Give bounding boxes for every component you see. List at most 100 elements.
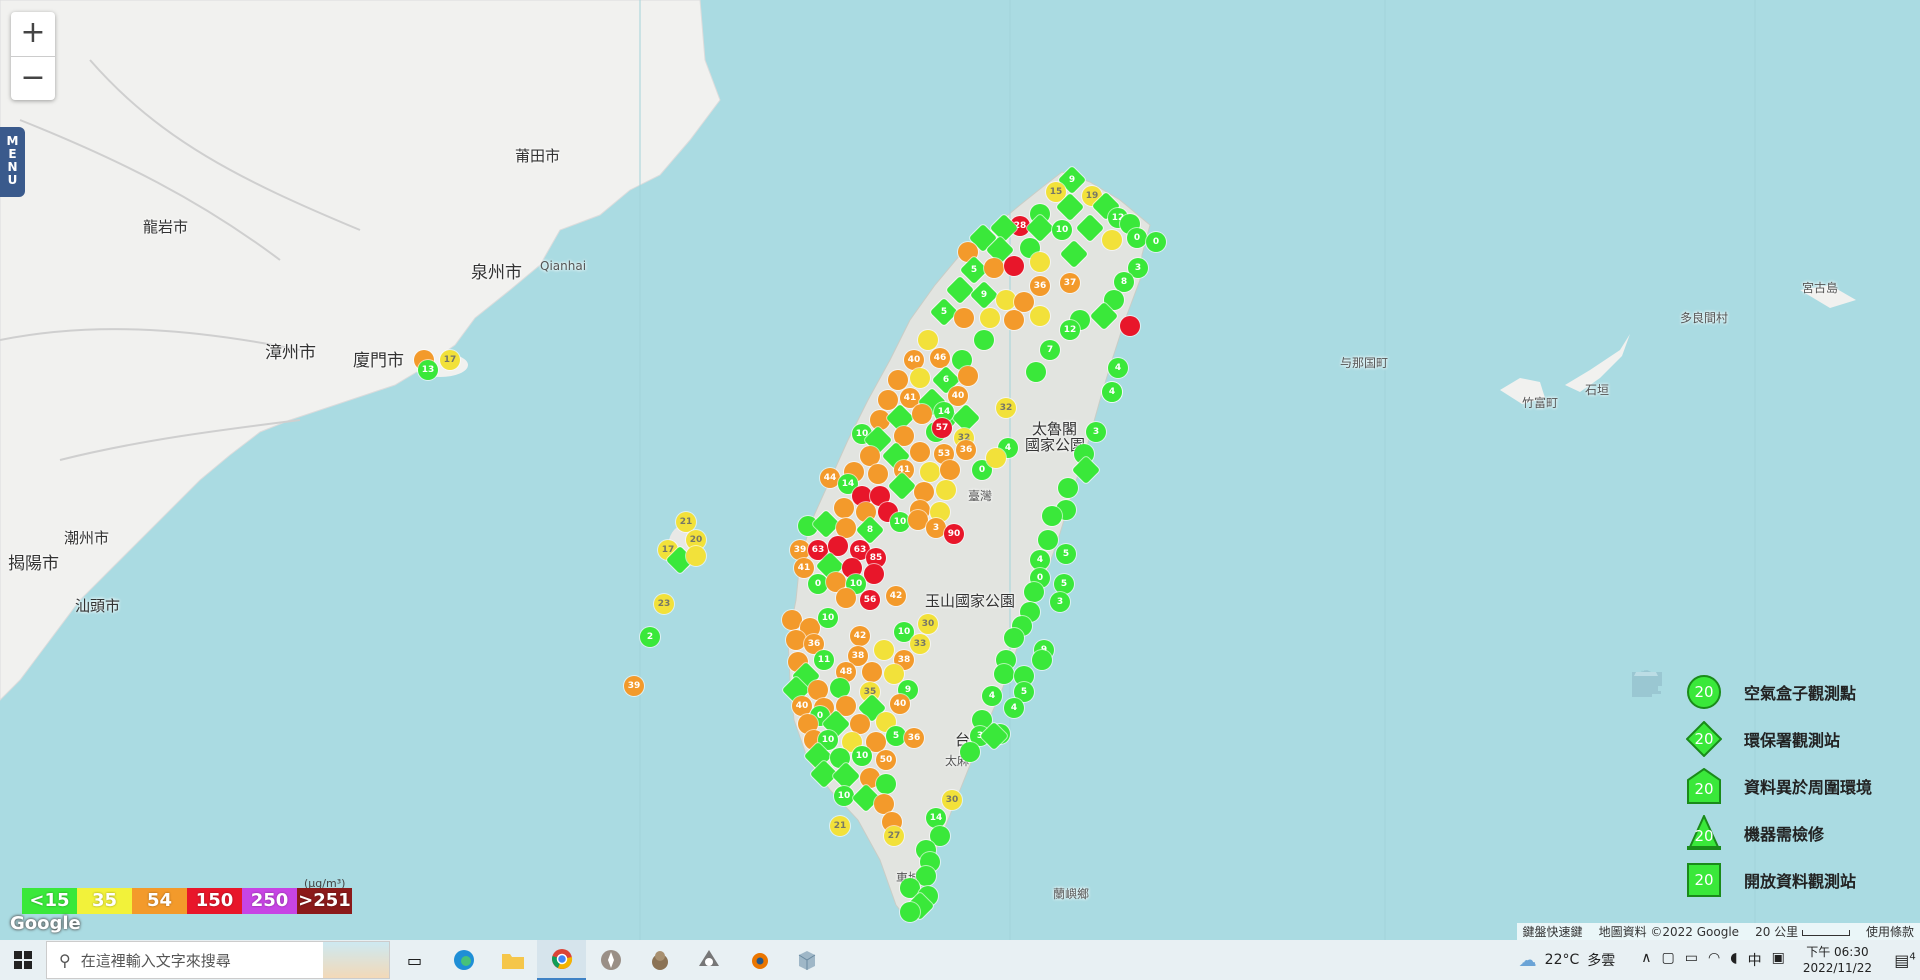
airbox-marker[interactable] [954,308,974,328]
airbox-marker[interactable]: 10 [1052,220,1072,240]
zoom-out-button[interactable]: − [11,57,55,101]
airbox-marker[interactable]: 4 [1108,358,1128,378]
airbox-marker[interactable]: 3 [1050,592,1070,612]
weather-widget[interactable]: ☁ 22°C 多雲 [1519,950,1616,971]
airbox-marker[interactable] [908,510,928,530]
blender-app[interactable] [733,940,782,980]
meet-icon[interactable]: ▢ [1662,950,1675,970]
airbox-marker[interactable] [836,588,856,608]
airbox-marker[interactable]: 27 [884,826,904,846]
airbox-marker[interactable]: 50 [876,750,896,770]
airbox-marker[interactable]: 5 [886,726,906,746]
inkscape-app[interactable] [684,940,733,980]
airbox-marker[interactable] [1024,582,1044,602]
airbox-marker[interactable] [996,290,1016,310]
edge-app[interactable] [439,940,488,980]
airbox-marker[interactable]: 39 [624,676,644,696]
notification-button[interactable]: ▤4 [1890,951,1920,970]
airbox-marker[interactable]: 0 [1146,232,1166,252]
airbox-marker[interactable]: 36 [956,440,976,460]
airbox-marker[interactable] [876,774,896,794]
airbox-marker[interactable]: 3 [926,518,946,538]
airbox-marker[interactable] [994,664,1014,684]
airbox-marker[interactable]: 0 [1127,228,1147,248]
keyboard-shortcuts-link[interactable]: 鍵盤快速鍵 [1523,923,1583,940]
airbox-marker[interactable]: 23 [654,594,674,614]
airbox-marker[interactable] [1032,650,1052,670]
airbox-marker[interactable]: 2 [640,627,660,647]
airbox-marker[interactable]: 5 [1056,544,1076,564]
airbox-marker[interactable] [808,680,828,700]
airbox-marker[interactable] [920,462,940,482]
airbox-marker[interactable] [1004,628,1024,648]
airbox-marker[interactable] [986,448,1006,468]
airbox-marker[interactable]: 0 [808,574,828,594]
airbox-marker[interactable]: 21 [676,512,696,532]
airbox-marker[interactable]: 12 [1060,320,1080,340]
network-icon[interactable]: ◠ [1708,950,1720,970]
airbox-marker[interactable] [1120,316,1140,336]
airbox-marker[interactable] [830,678,850,698]
airbox-marker[interactable]: 13 [418,360,438,380]
airbox-marker[interactable] [1030,306,1050,326]
airbox-marker[interactable] [1102,230,1122,250]
airbox-marker[interactable]: 37 [1060,273,1080,293]
chevron-up-icon[interactable]: ∧ [1641,950,1651,970]
airbox-marker[interactable] [1038,530,1058,550]
terms-link[interactable]: 使用條款 [1866,923,1914,940]
airbox-marker[interactable]: 42 [850,626,870,646]
airbox-marker[interactable] [958,366,978,386]
airbox-marker[interactable] [864,564,884,584]
airbox-marker[interactable] [836,518,856,538]
airbox-marker[interactable]: 17 [440,350,460,370]
airbox-marker[interactable]: 36 [1030,276,1050,296]
task-view-button[interactable]: ▭ [390,940,439,980]
airbox-marker[interactable] [850,714,870,734]
airbox-marker[interactable]: 30 [942,790,962,810]
airbox-marker[interactable]: 39 [790,540,810,560]
airbox-marker[interactable] [868,464,888,484]
airbox-marker[interactable]: 21 [830,816,850,836]
airbox-marker[interactable]: 40 [948,386,968,406]
airbox-marker[interactable]: 10 [834,786,854,806]
airbox-marker[interactable] [936,480,956,500]
taskbar-search[interactable]: ⚲ 在這裡輸入文字來搜尋 [46,941,390,979]
airbox-marker[interactable] [1004,256,1024,276]
airbox-marker[interactable]: 33 [910,634,930,654]
airbox-marker[interactable]: 4 [1102,382,1122,402]
airbox-marker[interactable] [1042,506,1062,526]
map-canvas[interactable]: 莆田市 龍岩市 泉州市 Qianhai 漳州市 廈門市 潮州市 揭陽市 汕頭市 与那国町 竹富町 石垣… [0,0,1920,940]
gimp-app[interactable] [635,940,684,980]
airbox-marker[interactable] [786,630,806,650]
airbox-marker[interactable]: 10 [818,608,838,628]
airbox-marker[interactable]: 30 [918,614,938,634]
airbox-marker[interactable]: 36 [904,728,924,748]
airbox-marker[interactable] [912,404,932,424]
airbox-marker[interactable] [984,258,1004,278]
airbox-marker[interactable] [918,330,938,350]
airbox-marker[interactable]: 11 [814,650,834,670]
battery-icon[interactable]: ▭ [1685,950,1698,970]
airbox-marker[interactable]: 42 [886,586,906,606]
airbox-marker[interactable] [782,610,802,630]
airbox-marker[interactable] [980,308,1000,328]
airbox-marker[interactable] [1058,478,1078,498]
airbox-marker[interactable] [874,794,894,814]
volume-icon[interactable]: ◖ [1730,950,1737,970]
airbox-marker[interactable] [910,368,930,388]
airbox-marker[interactable]: 56 [860,590,880,610]
airbox-marker[interactable]: 3 [1086,422,1106,442]
airbox-marker[interactable]: 4 [1004,698,1024,718]
airbox-marker[interactable] [834,498,854,518]
file-explorer-app[interactable] [488,940,537,980]
ime-indicator[interactable]: 中 [1748,950,1762,970]
airbox-marker[interactable]: 10 [852,746,872,766]
airbox-marker[interactable]: 7 [1040,340,1060,360]
menu-tab[interactable]: M E N U [0,127,25,197]
start-button[interactable] [0,940,46,980]
airbox-marker[interactable]: 14 [926,808,946,828]
airbox-marker[interactable]: 40 [792,696,812,716]
airbox-marker[interactable]: 40 [904,350,924,370]
airbox-marker[interactable] [910,442,930,462]
airbox-marker[interactable] [860,446,880,466]
